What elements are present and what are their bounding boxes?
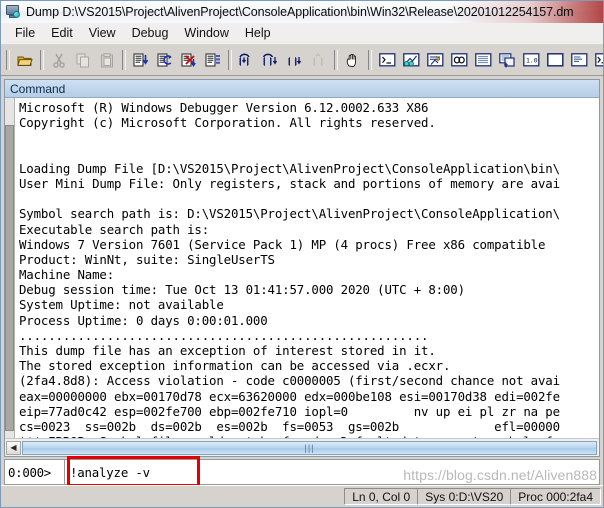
toolbar-separator [368, 50, 372, 70]
horizontal-scrollbar[interactable]: ◀ ||| [5, 438, 599, 456]
console-line: (2fa4.8d8): Access violation - code c000… [19, 373, 560, 389]
console-line: eax=00000000 ebx=00170d78 ecx=63620000 e… [19, 388, 560, 404]
locals-window-icon[interactable] [424, 49, 446, 71]
open-folder-icon[interactable] [14, 49, 36, 71]
toolbar: 1.0 [1, 45, 603, 76]
console-line: Copyright (c) Microsoft Corporation. All… [19, 115, 436, 131]
console-line: User Mini Dump File: Only registers, sta… [19, 175, 560, 191]
svg-text:1.0: 1.0 [526, 57, 538, 65]
scroll-left-button[interactable]: ◀ [6, 440, 21, 455]
menu-item-debug[interactable]: Debug [124, 24, 177, 43]
menu-item-help[interactable]: Help [237, 24, 279, 43]
status-process: Proc 000:2fa4 [510, 488, 601, 505]
command-browser-icon[interactable] [592, 49, 603, 71]
toolbar-separator [6, 50, 10, 70]
vertical-scrollbar-thumb[interactable] [5, 125, 14, 432]
console-line: ........................................… [19, 327, 429, 343]
menu-bar: File Edit View Debug Window Help [1, 23, 603, 45]
hand-pan-icon[interactable] [342, 49, 364, 71]
break-icon[interactable] [202, 49, 224, 71]
paste-icon [96, 49, 118, 71]
console-output[interactable]: Microsoft (R) Windows Debugger Version 6… [15, 98, 599, 438]
scratch-pad-icon[interactable] [544, 49, 566, 71]
console-line: Windows 7 Version 7601 (Service Pack 1) … [19, 236, 546, 252]
command-prompt-label: 0:000> [4, 459, 64, 485]
console-line: Symbol search path is: D:\VS2015\Project… [19, 206, 560, 222]
step-into-braces-icon[interactable] [284, 49, 306, 71]
step-into-icon[interactable] [130, 49, 152, 71]
stop-debugging-icon[interactable] [178, 49, 200, 71]
console-line: cs=0023 ss=002b ds=002b es=002b fs=0053 … [19, 418, 560, 434]
status-bar: Ln 0, Col 0 Sys 0:D:\VS20 Proc 000:2fa4 [1, 485, 603, 507]
status-system: Sys 0:D:\VS20 [417, 488, 512, 505]
toolbar-separator [334, 50, 338, 70]
console-line: Microsoft (R) Windows Debugger Version 6… [19, 100, 429, 115]
console-line: This dump file has an exception of inter… [19, 343, 436, 358]
menu-item-edit[interactable]: Edit [43, 24, 81, 43]
menu-item-view[interactable]: View [81, 24, 124, 43]
command-panel: Command Microsoft (R) Windows Debugger V… [4, 79, 600, 457]
vertical-scrollbar[interactable] [5, 98, 15, 438]
scrollbar-grip-icon: ||| [304, 442, 315, 453]
console-line: The stored exception information can be … [19, 358, 451, 374]
restart-icon[interactable] [154, 49, 176, 71]
command-window-icon[interactable] [376, 49, 398, 71]
console-line: Loading Dump File [D:\VS2015\Project\Ali… [19, 160, 560, 176]
command-panel-body: Microsoft (R) Windows Debugger Version 6… [5, 98, 599, 438]
console-line: eip=77ad0c42 esp=002fe700 ebp=002fe710 i… [19, 403, 560, 419]
processes-threads-icon[interactable] [568, 49, 590, 71]
run-to-cursor-icon [308, 49, 330, 71]
command-panel-title: Command [5, 80, 599, 98]
console-line: Machine Name: [19, 267, 115, 283]
debugger-monitor-icon [5, 4, 21, 20]
call-stack-window-icon[interactable] [496, 49, 518, 71]
toolbar-separator [122, 50, 126, 70]
status-line-column: Ln 0, Col 0 [344, 488, 419, 505]
console-line: Process Uptime: 0 days 0:00:01.000 [19, 312, 268, 328]
command-input[interactable] [64, 459, 600, 485]
console-line: Product: WinNt, suite: SingleUserTS [19, 251, 275, 267]
registers-window-icon[interactable] [448, 49, 470, 71]
memory-window-icon[interactable] [472, 49, 494, 71]
disassembly-window-icon[interactable]: 1.0 [520, 49, 542, 71]
toolbar-separator [40, 50, 44, 70]
console-line: Executable search path is: [19, 221, 210, 237]
step-out-braces-icon[interactable] [260, 49, 282, 71]
menu-item-file[interactable]: File [7, 24, 43, 43]
cut-icon [48, 49, 70, 71]
window-title: Dump D:\VS2015\Project\AlivenProject\Con… [26, 5, 574, 19]
watch-window-icon[interactable] [400, 49, 422, 71]
title-bar: Dump D:\VS2015\Project\AlivenProject\Con… [1, 1, 603, 23]
menu-item-window[interactable]: Window [176, 24, 236, 43]
status-bar-spacer [1, 488, 345, 505]
horizontal-scrollbar-thumb[interactable]: ||| [22, 440, 597, 455]
command-input-row: 0:000> [4, 456, 600, 487]
step-over-braces-icon[interactable] [236, 49, 258, 71]
toolbar-separator [228, 50, 232, 70]
console-line: System Uptime: not available [19, 297, 224, 313]
horizontal-scrollbar-track[interactable]: ||| [22, 440, 597, 455]
debugger-window: Dump D:\VS2015\Project\AlivenProject\Con… [0, 0, 604, 508]
copy-icon [72, 49, 94, 71]
console-line: Debug session time: Tue Oct 13 01:41:57.… [19, 282, 465, 298]
